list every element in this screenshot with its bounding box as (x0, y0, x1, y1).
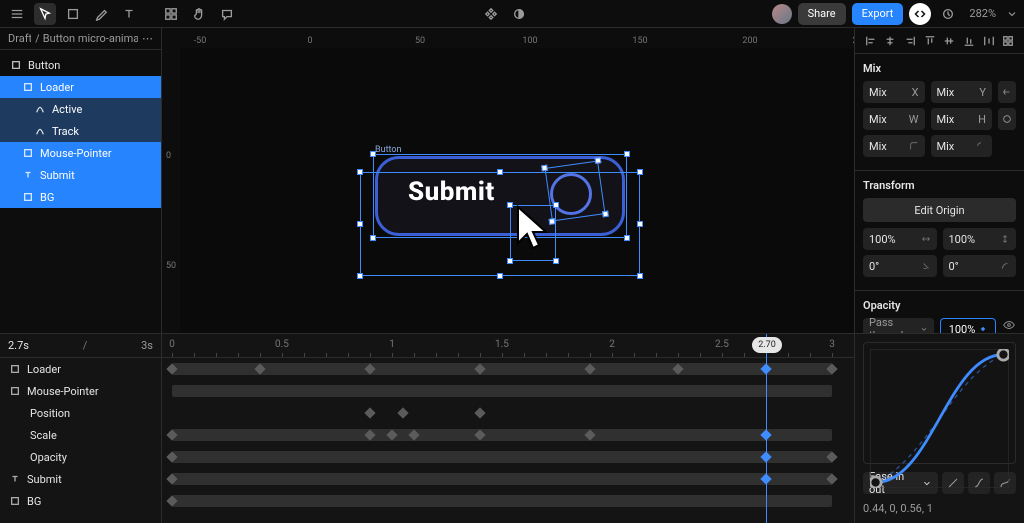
keyframe[interactable] (397, 407, 408, 418)
pen-tool-icon[interactable] (90, 3, 112, 25)
align-controls (855, 28, 1024, 54)
track-loader[interactable] (162, 358, 854, 380)
breadcrumb-overflow-icon[interactable]: ⋯ (142, 32, 153, 45)
align-bottom-icon[interactable] (962, 34, 976, 48)
menu-icon[interactable] (6, 3, 28, 25)
zoom-level[interactable]: 282% (965, 7, 1000, 20)
vector-icon (34, 125, 46, 137)
align-hcenter-icon[interactable] (883, 34, 897, 48)
frame-icon (22, 147, 34, 159)
track-scale[interactable] (162, 424, 854, 446)
mix-corner-2[interactable]: Mix (931, 135, 993, 157)
keyframe[interactable] (474, 407, 485, 418)
track-opacity[interactable] (162, 446, 854, 468)
frame-icon (10, 59, 22, 71)
layer-loader[interactable]: Loader (0, 76, 161, 98)
scale-y-field[interactable]: 100% (943, 228, 1017, 250)
track-bg[interactable] (162, 490, 854, 512)
frame-icon (10, 364, 21, 375)
track-mouse-pointer[interactable] (162, 380, 854, 402)
frame-icon (10, 386, 21, 397)
horizontal-ruler: -50050100150200250 (180, 28, 854, 48)
layer-submit[interactable]: Submit (0, 164, 161, 186)
share-button[interactable]: Share (798, 3, 846, 25)
user-avatar[interactable] (772, 4, 792, 24)
frame-tool-icon[interactable] (62, 3, 84, 25)
rotation-2-field[interactable]: 0° (943, 255, 1017, 277)
timeline-row-bg[interactable]: BG (0, 490, 161, 512)
current-time[interactable]: 2.7s (8, 339, 29, 352)
timeline-row-scale[interactable]: Scale (0, 424, 161, 446)
total-duration[interactable]: 3s (141, 339, 153, 352)
edit-origin-button[interactable]: Edit Origin (863, 198, 1016, 222)
mask-icon[interactable] (508, 3, 530, 25)
mix-type-reset[interactable] (998, 81, 1016, 103)
keyframe[interactable] (364, 407, 375, 418)
chevron-down-icon[interactable] (1006, 3, 1018, 25)
mix-h[interactable]: MixH (931, 108, 993, 130)
timeline-panel: 2.7s / 3s LoaderMouse-PointerPositionSca… (0, 333, 854, 523)
mix-constrain-icon[interactable] (998, 108, 1016, 130)
breadcrumb[interactable]: Drafts / Button micro-animation… ⋯ (0, 28, 161, 50)
assets-icon[interactable] (160, 3, 182, 25)
opacity-title: Opacity (863, 299, 1016, 312)
track-submit[interactable] (162, 468, 854, 490)
timeline-ruler[interactable]: 00.511.522.53 (162, 334, 854, 358)
playhead[interactable]: 2.70 (766, 334, 767, 523)
easing-values[interactable]: 0.44, 0, 0.56, 1 (863, 502, 1016, 515)
timeline-row-submit[interactable]: Submit (0, 468, 161, 490)
easing-graph[interactable] (863, 342, 1016, 464)
frame-icon (22, 191, 34, 203)
layer-button[interactable]: Button (0, 54, 161, 76)
rotation-field[interactable]: 0° (863, 255, 937, 277)
layer-mouse-pointer[interactable]: Mouse-Pointer (0, 142, 161, 164)
align-right-icon[interactable] (903, 34, 917, 48)
mix-corner[interactable]: Mix (863, 135, 925, 157)
export-button[interactable]: Export (852, 3, 904, 25)
distribute-icon[interactable] (982, 34, 996, 48)
layer-track[interactable]: Track (0, 120, 161, 142)
tidy-icon[interactable] (1001, 34, 1015, 48)
mouse-pointer-layer[interactable] (512, 203, 552, 253)
mix-title: Mix (863, 62, 1016, 75)
text-icon (22, 169, 34, 181)
mix-section: Mix MixX MixY MixW MixH Mix Mix (855, 54, 1024, 171)
timeline-row-opacity[interactable]: Opacity (0, 446, 161, 468)
mix-y[interactable]: MixY (931, 81, 993, 103)
transform-section: Transform Edit Origin 100% 100% 0° 0° (855, 171, 1024, 291)
track-position[interactable] (162, 402, 854, 424)
hand-tool-icon[interactable] (188, 3, 210, 25)
transform-title: Transform (863, 179, 1016, 192)
align-vcenter-icon[interactable] (942, 34, 956, 48)
breadcrumb-folder: Drafts (8, 32, 31, 45)
timeline-row-loader[interactable]: Loader (0, 358, 161, 380)
layer-active[interactable]: Active (0, 98, 161, 120)
vector-icon (34, 103, 46, 115)
mix-x[interactable]: MixX (863, 81, 925, 103)
dev-mode-button[interactable] (909, 3, 931, 25)
layer-bg[interactable]: BG (0, 186, 161, 208)
scale-x-field[interactable]: 100% (863, 228, 937, 250)
timeline-row-mouse-pointer[interactable]: Mouse-Pointer (0, 380, 161, 402)
frame-icon (22, 81, 34, 93)
easing-panel: Ease in out 0.44, 0, 0.56, 1 (854, 333, 1024, 523)
move-tool-icon[interactable] (34, 3, 56, 25)
mix-w[interactable]: MixW (863, 108, 925, 130)
align-left-icon[interactable] (864, 34, 878, 48)
text-icon (10, 474, 21, 485)
history-icon[interactable] (937, 3, 959, 25)
timeline-row-position[interactable]: Position (0, 402, 161, 424)
frame-icon (10, 496, 21, 507)
component-icon[interactable] (480, 3, 502, 25)
breadcrumb-file: Button micro-animation… (43, 32, 138, 45)
comment-tool-icon[interactable] (216, 3, 238, 25)
playhead-time: 2.70 (752, 337, 782, 353)
text-tool-icon[interactable] (118, 3, 140, 25)
align-top-icon[interactable] (923, 34, 937, 48)
